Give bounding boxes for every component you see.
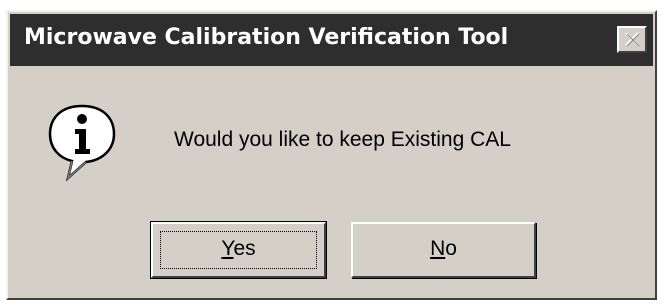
close-button[interactable]: [617, 26, 647, 53]
window-title: Microwave Calibration Verification Tool: [24, 25, 509, 50]
yes-button[interactable]: Yes: [150, 221, 327, 279]
title-bar[interactable]: Microwave Calibration Verification Tool: [10, 14, 653, 66]
info-icon: [48, 104, 116, 182]
dialog-message: Would you like to keep Existing CAL: [174, 128, 511, 151]
yes-button-label: Yes: [221, 237, 256, 260]
dialog-window: Microwave Calibration Verification Tool …: [6, 10, 657, 300]
close-icon: [625, 32, 640, 47]
no-button-label: No: [430, 237, 457, 260]
no-button[interactable]: No: [351, 222, 536, 278]
